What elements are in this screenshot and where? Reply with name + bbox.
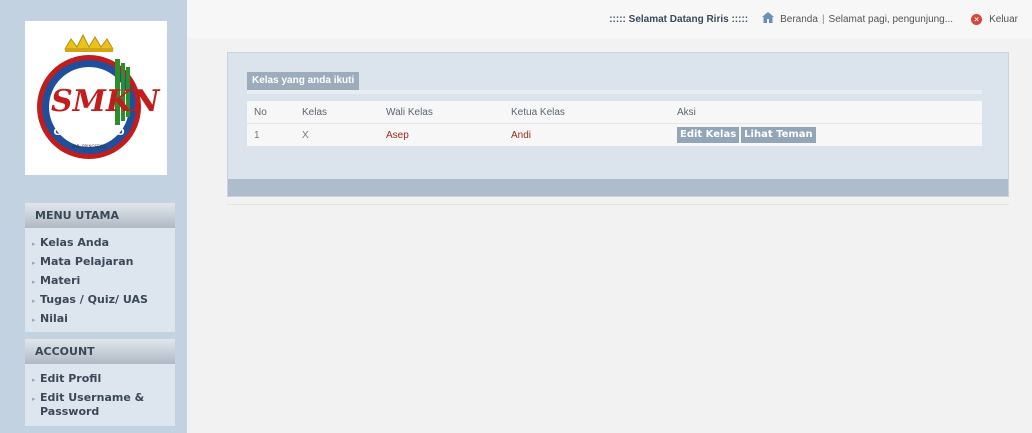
menu-utama-list: ▸ Kelas Anda ▸ Mata Pelajaran ▸ Materi ▸ Tug…: [25, 228, 175, 332]
column-header-aksi: Aksi: [677, 101, 982, 124]
school-logo-graphic: SMKN GADINGREJO KAB. PRINGSEWU: [37, 33, 161, 159]
classes-table: No Kelas Wali Kelas Ketua Kelas Aksi 1 X…: [247, 101, 982, 146]
content-divider: [227, 204, 1009, 205]
column-header-wali-kelas: Wali Kelas: [386, 101, 511, 124]
school-logo: SMKN GADINGREJO KAB. PRINGSEWU: [25, 21, 167, 175]
edit-kelas-button[interactable]: Edit Kelas: [677, 127, 740, 143]
account-list: ▸ Edit Profil ▸ Edit Username & Password: [25, 364, 175, 426]
cell-ketua-kelas: Andi: [511, 129, 532, 141]
cell-no: 1: [254, 129, 260, 141]
menu-item-kelas-anda[interactable]: ▸ Kelas Anda: [25, 236, 175, 251]
bullet-arrow-icon: ▸: [32, 395, 36, 403]
bullet-arrow-icon: ▸: [32, 297, 36, 305]
cell-aksi: Edit Kelas Lihat Teman: [677, 124, 982, 147]
menu-item-tugas[interactable]: ▸ Tugas / Quiz/ UAS: [25, 293, 175, 308]
bullet-arrow-icon: ▸: [32, 240, 36, 248]
home-link[interactable]: Beranda: [780, 14, 818, 25]
panel-title-underline: [247, 90, 982, 94]
column-header-no: No: [247, 101, 302, 124]
menu-item-nilai[interactable]: ▸ Nilai: [25, 312, 175, 327]
menu-utama-header: MENU UTAMA: [25, 203, 175, 228]
logout-icon[interactable]: ×: [971, 13, 983, 25]
table-header-row: No Kelas Wali Kelas Ketua Kelas Aksi: [247, 101, 982, 124]
svg-text:GADINGREJO: GADINGREJO: [53, 127, 124, 138]
panel-title: Kelas yang anda ikuti: [247, 72, 360, 90]
svg-text:SMKN: SMKN: [51, 84, 161, 119]
logout-link[interactable]: Keluar: [989, 14, 1018, 25]
menu-item-materi[interactable]: ▸ Materi: [25, 274, 175, 289]
menu-item-edit-profil[interactable]: ▸ Edit Profil: [25, 372, 175, 387]
account-header: ACCOUNT: [25, 339, 175, 364]
bullet-arrow-icon: ▸: [32, 316, 36, 324]
welcome-text: ::::: Selamat Datang Riris :::::: [609, 13, 749, 25]
classes-panel: Kelas yang anda ikuti No Kelas Wali Kela…: [227, 52, 1009, 197]
table-row: 1 X Asep Andi Edit Kelas Lihat Teman: [247, 124, 982, 147]
svg-text:KAB. PRINGSEWU: KAB. PRINGSEWU: [72, 144, 107, 149]
cell-kelas: X: [302, 129, 309, 141]
home-icon[interactable]: [762, 12, 775, 26]
top-bar: ::::: Selamat Datang Riris ::::: Beranda…: [187, 0, 1032, 38]
greeting-text: Selamat pagi, pengunjung...: [828, 13, 954, 25]
column-header-ketua-kelas: Ketua Kelas: [511, 101, 677, 124]
bullet-arrow-icon: ▸: [32, 376, 36, 384]
panel-footer: [228, 179, 1008, 196]
bullet-arrow-icon: ▸: [32, 259, 36, 267]
menu-item-mata-pelajaran[interactable]: ▸ Mata Pelajaran: [25, 255, 175, 270]
cell-wali-kelas: Asep: [386, 129, 409, 141]
menu-item-edit-username-password[interactable]: ▸ Edit Username & Password: [25, 391, 175, 419]
lihat-teman-button[interactable]: Lihat Teman: [741, 127, 816, 143]
column-header-kelas: Kelas: [302, 101, 386, 124]
bullet-arrow-icon: ▸: [32, 278, 36, 286]
divider: |: [821, 13, 825, 25]
sidebar: SMKN GADINGREJO KAB. PRINGSEWU MENU UTAM…: [0, 0, 187, 433]
